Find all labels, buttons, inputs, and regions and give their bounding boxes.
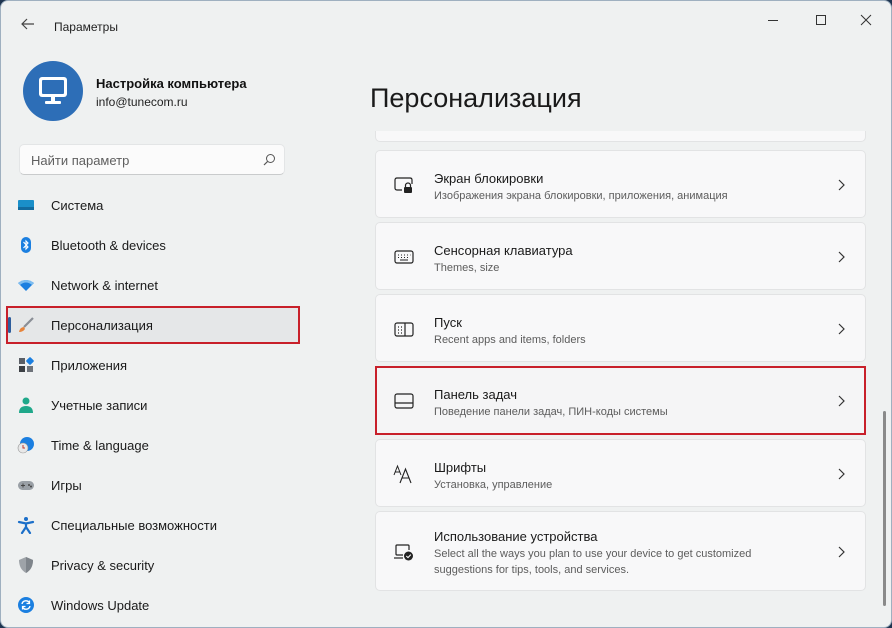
search-placeholder: Найти параметр	[31, 153, 130, 168]
profile-name: Настройка компьютера	[96, 76, 247, 91]
card-title: Панель задач	[434, 387, 518, 402]
card-subtitle: Поведение панели задач, ПИН-коды системы	[434, 406, 668, 418]
maximize-button[interactable]	[801, 7, 841, 33]
settings-list: Экран блокировки Изображения экрана блок…	[375, 131, 866, 626]
sidebar-item-label: Персонализация	[51, 318, 153, 333]
app-title: Параметры	[54, 20, 118, 34]
chevron-right-icon	[838, 251, 845, 263]
minimize-button[interactable]	[753, 7, 793, 33]
card-subtitle: Установка, управление	[434, 479, 553, 491]
sidebar-item-label: Приложения	[51, 358, 128, 373]
chevron-right-icon	[838, 395, 845, 407]
card-title: Шрифты	[434, 460, 487, 475]
sidebar-item-personalization[interactable]: Персонализация	[6, 306, 300, 344]
sidebar-item-apps[interactable]: Приложения	[7, 347, 299, 383]
scrollbar-thumb[interactable]	[883, 411, 886, 606]
apps-icon	[19, 357, 34, 372]
card-title: Использование устройства	[434, 529, 598, 544]
avatar	[23, 61, 83, 121]
settings-card-device-usage[interactable]: Использование устройства Select all the …	[375, 511, 866, 591]
card-title: Пуск	[434, 315, 462, 330]
search-input[interactable]: Найти параметр	[19, 144, 285, 175]
card-subtitle: Изображения экрана блокировки, приложени…	[434, 190, 728, 202]
title-bar: Параметры	[1, 1, 891, 43]
clock-globe-icon	[17, 437, 34, 454]
back-arrow-icon	[21, 18, 34, 30]
sidebar-item-label: Windows Update	[51, 598, 150, 613]
close-icon	[860, 14, 872, 26]
sidebar-item-label: Privacy & security	[51, 558, 155, 573]
sidebar-item-label: Игры	[51, 478, 82, 493]
settings-card-taskbar[interactable]: Панель задач Поведение панели задач, ПИН…	[375, 366, 866, 435]
keyboard-icon	[394, 250, 414, 264]
monitor-icon	[39, 77, 67, 104]
sidebar-item-accessibility[interactable]: Специальные возможности	[7, 507, 299, 543]
sidebar-item-accounts[interactable]: Учетные записи	[7, 387, 299, 423]
maximize-icon	[816, 15, 826, 25]
sidebar-item-label: Система	[51, 198, 104, 213]
bluetooth-icon	[21, 237, 31, 253]
sidebar-item-network[interactable]: Network & internet	[7, 267, 299, 303]
windows-update-icon	[18, 597, 34, 613]
sidebar-item-privacy-security[interactable]: Privacy & security	[7, 547, 299, 583]
user-icon	[19, 397, 33, 413]
sidebar-item-label: Bluetooth & devices	[51, 238, 166, 253]
page-title: Персонализация	[370, 83, 582, 113]
settings-card-lock-screen[interactable]: Экран блокировки Изображения экрана блок…	[375, 150, 866, 218]
chevron-right-icon	[838, 323, 845, 335]
minimize-icon	[768, 20, 778, 21]
sidebar-item-windows-update[interactable]: Windows Update	[7, 587, 299, 623]
chevron-right-icon	[838, 468, 845, 480]
card-subtitle: Select all the ways you plan to use your…	[434, 548, 752, 576]
sidebar-item-gaming[interactable]: Игры	[7, 467, 299, 503]
taskbar-icon	[394, 393, 414, 409]
close-button[interactable]	[846, 7, 886, 33]
card-title: Экран блокировки	[434, 171, 544, 186]
search-icon	[263, 154, 275, 166]
card-subtitle: Themes, size	[434, 262, 500, 274]
shield-icon	[19, 557, 33, 573]
sidebar-item-label: Специальные возможности	[51, 518, 217, 533]
system-display-icon	[18, 200, 34, 210]
start-menu-icon	[394, 322, 414, 337]
settings-card-start[interactable]: Пуск Recent apps and items, folders	[375, 294, 866, 362]
sidebar-item-label: Учетные записи	[51, 398, 148, 413]
sidebar-item-label: Network & internet	[51, 278, 158, 293]
paintbrush-icon	[19, 317, 34, 332]
sidebar-item-time-language[interactable]: Time & language	[7, 427, 299, 463]
selected-indicator	[8, 317, 11, 333]
accessibility-icon	[17, 517, 35, 534]
lock-screen-icon	[394, 177, 413, 193]
device-usage-icon	[394, 544, 413, 561]
settings-card-fonts[interactable]: Шрифты Установка, управление	[375, 439, 866, 507]
settings-card-partial[interactable]	[375, 131, 866, 142]
fonts-icon	[393, 464, 412, 484]
gamepad-icon	[18, 481, 34, 490]
card-subtitle: Recent apps and items, folders	[434, 334, 586, 346]
settings-window: Параметры Настройка компьютера info@tune…	[0, 0, 892, 628]
chevron-right-icon	[838, 546, 845, 558]
profile-email: info@tunecom.ru	[96, 95, 188, 109]
chevron-right-icon	[838, 179, 845, 191]
back-button[interactable]	[17, 15, 39, 37]
sidebar-item-bluetooth[interactable]: Bluetooth & devices	[7, 227, 299, 263]
sidebar-item-system[interactable]: Система	[7, 187, 299, 223]
card-title: Сенсорная клавиатура	[434, 243, 573, 258]
settings-card-touch-keyboard[interactable]: Сенсорная клавиатура Themes, size	[375, 222, 866, 290]
wifi-icon	[18, 280, 34, 291]
sidebar-item-label: Time & language	[51, 438, 149, 453]
